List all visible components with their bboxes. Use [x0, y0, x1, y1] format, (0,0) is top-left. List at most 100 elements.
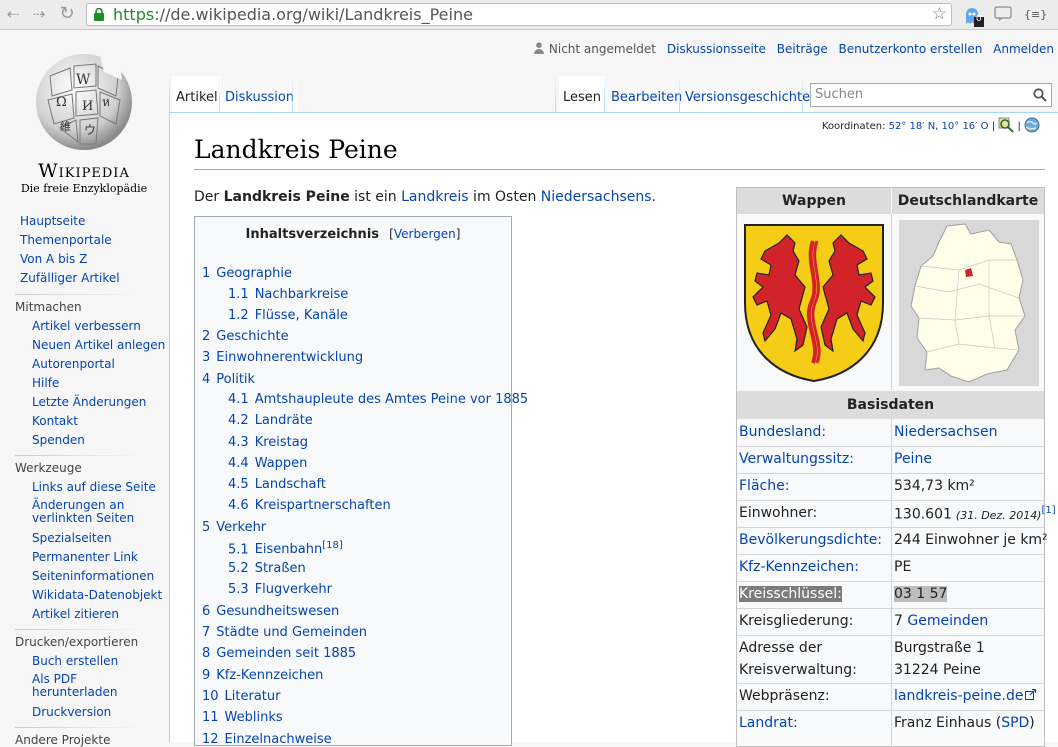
infobox-label[interactable]: Landrat: [739, 715, 798, 731]
tab-lesen[interactable]: Lesen [559, 76, 606, 113]
json-extension-icon[interactable]: {≡} [1024, 8, 1047, 30]
toc-item[interactable]: 4.4 Wappen [228, 456, 307, 471]
toc-item[interactable]: 4 Politik [202, 372, 255, 387]
bookmark-star-icon[interactable]: ☆ [932, 4, 947, 25]
toc-item[interactable]: 4.1 Amtshaupleute des Amtes Peine vor 188… [228, 392, 528, 407]
toc-item-text: Wappen [254, 456, 308, 471]
wikipedia-logo[interactable]: W Ω И ห 維 ウ Wikipedia Die freie Enzyklop… [14, 46, 154, 195]
toc-item[interactable]: 4.6 Kreispartnerschaften [228, 498, 391, 513]
toc-item[interactable]: 5 Verkehr [202, 520, 266, 535]
link-talk-page[interactable]: Diskussionsseite [667, 42, 766, 56]
link-create-account[interactable]: Benutzerkonto erstellen [839, 42, 983, 56]
address-bar[interactable]: https://de.wikipedia.org/wiki/Landkreis_… [86, 3, 952, 26]
ghostery-extension-icon[interactable]: 0 [962, 4, 986, 27]
link-login[interactable]: Anmelden [993, 42, 1054, 56]
chat-extension-icon[interactable] [994, 6, 1014, 28]
nav-autorenportal[interactable]: Autorenportal [32, 357, 115, 371]
portal-heading-mitmachen[interactable]: Mitmachen [15, 300, 82, 314]
toc-item[interactable]: 10 Literatur [202, 689, 281, 704]
search-icon[interactable] [1033, 88, 1047, 102]
nav-themenportale[interactable]: Themenportale [20, 233, 112, 247]
tab-bearbeiten[interactable]: Bearbeiten [607, 76, 687, 113]
wikipedia-wordmark: Wikipedia [38, 160, 130, 182]
coat-of-arms-image[interactable] [743, 223, 885, 383]
toc-item[interactable]: 1 Geographie [202, 266, 292, 281]
infobox-label-text: Bevölkerungsdichte: [739, 532, 883, 548]
nav-seiteninformationen[interactable]: Seiteninformationen [32, 569, 154, 583]
back-icon[interactable]: ⇠ [2, 3, 24, 25]
toc-item[interactable]: 7 Städte und Gemeinden [202, 625, 367, 640]
lead-link-niedersachsens[interactable]: Niedersachsens [541, 189, 652, 205]
nav-spenden[interactable]: Spenden [32, 433, 85, 447]
infobox-value-text[interactable]: Gemeinden [907, 613, 988, 629]
infobox-value[interactable]: Niedersachsen [894, 424, 997, 440]
toc-item[interactable]: 5.2 Straßen [228, 561, 306, 576]
toc-item[interactable]: 9 Kfz-Kennzeichen [202, 668, 323, 683]
nav-von-a-bis-z[interactable]: Von A bis Z [20, 252, 87, 266]
toc-item[interactable]: 4.5 Landschaft [228, 477, 326, 492]
portal-heading-andere-projekte[interactable]: Andere Projekte [15, 733, 110, 747]
infobox-value-ref[interactable]: [1] [1041, 505, 1055, 516]
tab-artikel[interactable]: Artikel [172, 76, 222, 113]
infobox-label[interactable]: Verwaltungssitz: [739, 451, 854, 467]
lead-link-landkreis[interactable]: Landkreis [401, 189, 469, 205]
toc-item[interactable]: 11 Weblinks [202, 710, 283, 725]
toc-item[interactable]: 4.3 Kreistag [228, 435, 308, 450]
toc-item[interactable]: 4.2 Landräte [228, 413, 313, 428]
nav-druckversion[interactable]: Druckversion [32, 705, 111, 719]
map-magnifier-icon[interactable] [998, 117, 1014, 133]
toc-item[interactable]: 3 Einwohnerentwicklung [202, 350, 363, 365]
nav-hilfe[interactable]: Hilfe [32, 376, 59, 390]
infobox-value: 534,73 km² [894, 478, 975, 494]
toc-toggle[interactable]: Verbergen [394, 227, 456, 241]
nav-als-pdf-herunterladen[interactable]: Als PDF herunterladen [32, 673, 117, 699]
toc-item-number: 4.4 [228, 456, 249, 471]
infobox-label-text: Webpräsenz: [739, 688, 830, 704]
infobox-label[interactable]: Fläche: [739, 478, 789, 494]
toc-item[interactable]: 12 Einzelnachweise [202, 732, 332, 747]
nav-buch-erstellen[interactable]: Buch erstellen [32, 654, 118, 668]
infobox-label-text: Einwohner: [739, 505, 818, 521]
toc-item[interactable]: 5.1 Eisenbahn[18] [228, 540, 343, 557]
nav-neuen-artikel-anlegen[interactable]: Neuen Artikel anlegen [32, 338, 165, 352]
forward-icon[interactable]: ⇢ [28, 3, 50, 25]
search-input[interactable]: Suchen [810, 83, 1052, 107]
nav-artikel-verbessern[interactable]: Artikel verbessern [32, 319, 141, 333]
germany-map-image[interactable] [899, 220, 1039, 386]
portal-heading-drucken[interactable]: Drucken/exportieren [15, 635, 138, 649]
nav-artikel-zitieren[interactable]: Artikel zitieren [32, 607, 119, 621]
toc-item[interactable]: 6 Gesundheitswesen [202, 604, 339, 619]
nav-zufaelliger-artikel[interactable]: Zufälliger Artikel [20, 271, 120, 285]
toc-item[interactable]: 1.2 Flüsse, Kanäle [228, 308, 348, 323]
tab-diskussion[interactable]: Diskussion [221, 76, 299, 113]
toc-item-text: Amtshaupleute des Amtes Peine vor 1885 [254, 392, 529, 407]
toc-item[interactable]: 1.1 Nachbarkreise [228, 287, 348, 302]
coordinates-link[interactable]: 52° 18′ N, 10° 16′ O [889, 121, 989, 132]
link-contributions[interactable]: Beiträge [777, 42, 828, 56]
infobox-value[interactable]: landkreis-peine.de [894, 688, 1037, 704]
globe-icon[interactable] [1024, 117, 1040, 133]
reload-icon[interactable]: ↻ [56, 3, 78, 25]
nav-aenderungen-an-verlinkten-seiten[interactable]: Änderungen an verlinkten Seiten [32, 499, 134, 525]
nav-hauptseite[interactable]: Hauptseite [20, 214, 85, 228]
infobox-label[interactable]: Bevölkerungsdichte: [739, 532, 882, 548]
infobox-label[interactable]: Kfz-Kennzeichen: [739, 559, 859, 575]
toc-item[interactable]: 2 Geschichte [202, 329, 289, 344]
nav-kontakt[interactable]: Kontakt [32, 414, 78, 428]
tab-versionsgeschichte[interactable]: Versionsgeschichte [681, 76, 815, 113]
infobox-value[interactable]: Peine [894, 451, 932, 467]
toc-item[interactable]: 8 Gemeinden seit 1885 [202, 646, 356, 661]
nav-links-auf-diese-seite[interactable]: Links auf diese Seite [32, 480, 156, 494]
toc-item[interactable]: 5.3 Flugverkehr [228, 582, 332, 597]
infobox-value-link[interactable]: SPD [1001, 715, 1029, 731]
nav-spezialseiten[interactable]: Spezialseiten [32, 531, 112, 545]
nav-permanenter-link[interactable]: Permanenter Link [32, 550, 138, 564]
portal-heading-werkzeuge[interactable]: Werkzeuge [15, 461, 82, 475]
nav-wikidata-datenobjekt[interactable]: Wikidata-Datenobjekt [32, 588, 162, 602]
infobox-label[interactable]: Bundesland: [739, 424, 826, 440]
toc-item-text: Geographie [216, 266, 292, 281]
toc-item-ref[interactable]: [18] [322, 540, 343, 551]
nav-letzte-aenderungen[interactable]: Letzte Änderungen [32, 395, 146, 409]
tab-separator [169, 76, 170, 113]
toc-item-number: 4.1 [228, 392, 249, 407]
